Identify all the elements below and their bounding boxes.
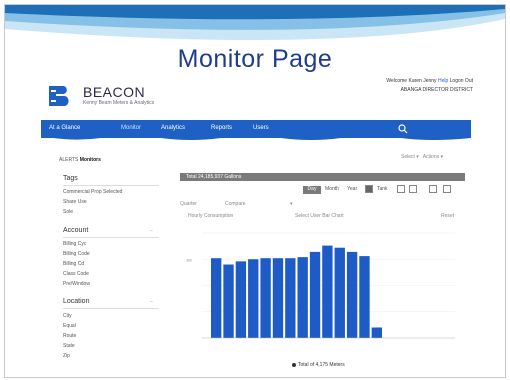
compare-select[interactable]: Compare (225, 201, 246, 207)
print-icon[interactable] (409, 185, 417, 193)
brand-tagline: Kenny Beam Meters & Analytics (83, 100, 155, 106)
filter-item[interactable]: City (63, 313, 72, 319)
consumption-chart: 1M (186, 232, 455, 339)
account-heading[interactable]: Account (63, 227, 88, 234)
legend-text: Total of 4,175 Meters (298, 362, 345, 368)
breadcrumb-prefix[interactable]: ALERTS (59, 157, 78, 163)
filter-item[interactable]: Sole (63, 209, 73, 215)
user-area: Welcome Karen Jenny Help Logon Out ABANG… (386, 77, 473, 95)
chart-bar[interactable] (322, 245, 333, 338)
chart-bar[interactable] (248, 259, 259, 338)
chart-bar[interactable] (260, 258, 271, 338)
tab-day[interactable]: Day (303, 186, 321, 194)
search-icon[interactable] (398, 124, 408, 134)
tab-year[interactable]: Year (347, 186, 357, 194)
chart-bar[interactable] (285, 258, 296, 338)
legend-marker-icon (292, 362, 296, 367)
beacon-logo-icon (49, 86, 69, 106)
filter-item[interactable]: Billing Cd (63, 261, 84, 267)
nav-reports[interactable]: Reports (211, 125, 232, 131)
brand-name: BEACON (83, 84, 146, 100)
chart-bar[interactable] (371, 327, 382, 339)
filter-item[interactable]: Zip (63, 353, 70, 359)
chart-subtitle-right: Select User Bar Chart (295, 213, 344, 219)
breadcrumb-current: Monitors (79, 157, 101, 163)
filter-item[interactable]: Pre/Window (63, 281, 90, 287)
chart-bar[interactable] (359, 256, 370, 338)
quarter-label: Quarter (180, 201, 197, 207)
filter-item[interactable]: State (63, 343, 75, 349)
location-heading[interactable]: Location (63, 298, 89, 305)
expand-icon[interactable] (429, 185, 437, 193)
breadcrumb: ALERTS Monitors (59, 157, 101, 163)
chart-bar[interactable] (309, 251, 321, 338)
reset-button[interactable]: Reset (441, 213, 454, 219)
filter-item[interactable]: Billing Cyc (63, 241, 86, 247)
filter-item[interactable]: Commercial Prop Selected (63, 189, 122, 195)
logout-link[interactable]: Logon Out (450, 78, 473, 84)
chart-bar[interactable] (223, 264, 234, 339)
chart-bar[interactable] (297, 257, 308, 338)
welcome-text: Welcome Karen Jenny (386, 78, 437, 84)
select-dropdown[interactable]: Select (401, 154, 415, 160)
compare-arrow-icon[interactable]: ▾ (290, 201, 293, 207)
nav-wave (41, 136, 471, 140)
page-title: Monitor Page (177, 45, 333, 73)
chart-legend: Total of 4,175 Meters (292, 362, 345, 368)
divider (63, 185, 159, 186)
nav-at-a-glance[interactable]: At a Glance (49, 125, 80, 131)
district-label: ABANGA DIRECTOR DISTRICT (400, 87, 473, 93)
panel-title: Total 24,185,937 Gallons (186, 174, 242, 180)
tab-month[interactable]: Month (325, 186, 339, 194)
panel-title-bar: Total 24,185,937 Gallons (180, 173, 465, 181)
filter-item[interactable]: Class Code (63, 271, 89, 277)
tags-heading[interactable]: Tags (63, 175, 78, 182)
tank-button[interactable]: Tank (377, 186, 388, 194)
nav-monitor[interactable]: Monitor (121, 125, 141, 131)
slide: Monitor Page BEACON Kenny Beam Meters & … (4, 4, 506, 378)
collapse-icon[interactable]: – (150, 299, 153, 305)
page-actions: Select ▾ Actions ▾ (401, 154, 444, 160)
chart-subtitle-left: Hourly Consumption (188, 213, 234, 219)
filter-item[interactable]: Route (63, 333, 76, 339)
actions-dropdown[interactable]: Actions (423, 154, 439, 160)
nav-analytics[interactable]: Analytics (161, 125, 185, 131)
nav-users[interactable]: Users (253, 125, 269, 131)
help-link[interactable]: Help (438, 78, 448, 84)
filter-item[interactable]: Share Use (63, 199, 87, 205)
chart-bar[interactable] (272, 258, 284, 338)
collapse-icon[interactable]: – (150, 228, 153, 234)
export-icon[interactable] (397, 185, 405, 193)
fullscreen-icon[interactable] (443, 185, 451, 193)
filter-item[interactable]: Billing Code (63, 251, 90, 257)
y-tick-label: 1M (186, 257, 192, 262)
divider (63, 237, 159, 238)
calendar-icon[interactable] (365, 185, 373, 193)
chart-bar[interactable] (346, 251, 358, 338)
chart-bar[interactable] (235, 261, 247, 338)
divider (63, 308, 159, 309)
filter-item[interactable]: Equal (63, 323, 76, 329)
chart-bar[interactable] (211, 258, 222, 338)
chart-bar[interactable] (334, 247, 345, 338)
